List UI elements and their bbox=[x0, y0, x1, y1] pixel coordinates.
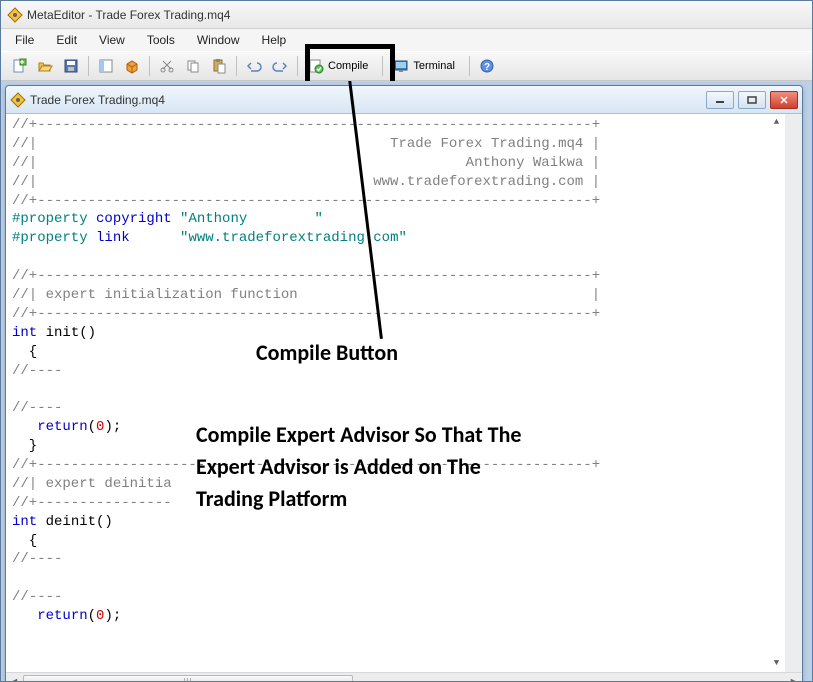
app-title: MetaEditor - Trade Forex Trading.mq4 bbox=[27, 8, 230, 22]
terminal-label: Terminal bbox=[413, 60, 455, 72]
navigator-button[interactable] bbox=[94, 55, 118, 77]
app-icon bbox=[7, 7, 23, 23]
terminal-button[interactable]: Terminal bbox=[388, 55, 464, 77]
cut-button[interactable] bbox=[155, 55, 179, 77]
code-line: //| Trade Forex Trading.mq4 | bbox=[12, 136, 600, 152]
scrollbar-thumb[interactable]: ||| bbox=[23, 675, 353, 682]
main-window: MetaEditor - Trade Forex Trading.mq4 Fil… bbox=[0, 0, 813, 682]
menu-tools[interactable]: Tools bbox=[137, 31, 185, 49]
new-button[interactable] bbox=[7, 55, 31, 77]
code-line: //---- bbox=[12, 589, 62, 605]
code-keyword: #property bbox=[12, 211, 88, 227]
terminal-icon bbox=[393, 58, 409, 74]
compile-icon bbox=[308, 58, 324, 74]
menu-edit[interactable]: Edit bbox=[46, 31, 87, 49]
mdi-area: Trade Forex Trading.mq4 //+-------------… bbox=[1, 81, 812, 681]
code-editor[interactable]: //+-------------------------------------… bbox=[6, 114, 802, 672]
code-text: link bbox=[88, 230, 180, 246]
code-text bbox=[12, 608, 37, 624]
minimize-button[interactable] bbox=[706, 91, 734, 109]
toolbar-separator bbox=[297, 56, 298, 76]
menubar: File Edit View Tools Window Help bbox=[1, 29, 812, 51]
code-line: //| Anthony Waikwa | bbox=[12, 155, 600, 171]
code-line: //---- bbox=[12, 400, 62, 416]
maximize-button[interactable] bbox=[738, 91, 766, 109]
toolbox-button[interactable] bbox=[120, 55, 144, 77]
svg-text:?: ? bbox=[484, 62, 490, 73]
code-text: deinit() bbox=[37, 514, 113, 530]
code-text: copyright bbox=[88, 211, 180, 227]
copy-button[interactable] bbox=[181, 55, 205, 77]
code-line: //+-------------------------------------… bbox=[12, 193, 600, 209]
editor-title: Trade Forex Trading.mq4 bbox=[30, 93, 702, 107]
code-line: //| www.tradeforextrading.com | bbox=[12, 174, 600, 190]
code-string: "Anthony " bbox=[180, 211, 323, 227]
toolbar-separator bbox=[149, 56, 150, 76]
menu-file[interactable]: File bbox=[5, 31, 44, 49]
code-line: //+-------------------------------------… bbox=[12, 268, 600, 284]
undo-button[interactable] bbox=[242, 55, 266, 77]
toolbar-separator bbox=[469, 56, 470, 76]
code-line: //| expert deinitia bbox=[12, 476, 172, 492]
toolbar-separator bbox=[236, 56, 237, 76]
scroll-up-arrow[interactable]: ▲ bbox=[770, 115, 783, 130]
code-keyword: #property bbox=[12, 230, 88, 246]
window-controls bbox=[706, 91, 798, 109]
code-keyword: return bbox=[37, 419, 87, 435]
code-keyword: int bbox=[12, 325, 37, 341]
menu-view[interactable]: View bbox=[89, 31, 135, 49]
menu-help[interactable]: Help bbox=[252, 31, 297, 49]
editor-titlebar: Trade Forex Trading.mq4 bbox=[6, 86, 802, 114]
titlebar: MetaEditor - Trade Forex Trading.mq4 bbox=[1, 1, 812, 29]
code-line: //+-------------------------------------… bbox=[12, 306, 600, 322]
code-text: init() bbox=[37, 325, 96, 341]
compile-button[interactable]: Compile bbox=[303, 55, 377, 77]
code-line: //+-------------------------------------… bbox=[12, 117, 600, 133]
toolbar: Compile Terminal ? bbox=[1, 51, 812, 81]
scroll-right-arrow[interactable]: ► bbox=[785, 673, 802, 682]
code-text: ); bbox=[104, 419, 121, 435]
code-string: "www.tradeforextrading.com" bbox=[180, 230, 407, 246]
code-line: { bbox=[12, 344, 37, 360]
code-line: //---- bbox=[12, 363, 62, 379]
code-line: //+---------------- bbox=[12, 495, 172, 511]
paste-button[interactable] bbox=[207, 55, 231, 77]
code-text: ( bbox=[88, 608, 96, 624]
code-line: } bbox=[12, 438, 37, 454]
menu-window[interactable]: Window bbox=[187, 31, 250, 49]
toolbar-separator bbox=[88, 56, 89, 76]
close-button[interactable] bbox=[770, 91, 798, 109]
code-line: //---- bbox=[12, 551, 62, 567]
code-text: ( bbox=[88, 419, 96, 435]
horizontal-scrollbar[interactable]: ◄ ||| ► bbox=[6, 672, 802, 681]
open-button[interactable] bbox=[33, 55, 57, 77]
redo-button[interactable] bbox=[268, 55, 292, 77]
editor-window: Trade Forex Trading.mq4 //+-------------… bbox=[5, 85, 803, 681]
scroll-left-arrow[interactable]: ◄ bbox=[6, 673, 23, 682]
scroll-down-arrow[interactable]: ▼ bbox=[770, 656, 783, 671]
help-button[interactable]: ? bbox=[475, 55, 499, 77]
document-icon bbox=[10, 92, 26, 108]
code-line: { bbox=[12, 533, 37, 549]
compile-label: Compile bbox=[328, 60, 368, 72]
toolbar-separator bbox=[382, 56, 383, 76]
code-line: //+-------------------------------------… bbox=[12, 457, 600, 473]
code-keyword: return bbox=[37, 608, 87, 624]
save-button[interactable] bbox=[59, 55, 83, 77]
code-text bbox=[12, 419, 37, 435]
code-keyword: int bbox=[12, 514, 37, 530]
code-line: //| expert initialization function | bbox=[12, 287, 600, 303]
code-text: ); bbox=[104, 608, 121, 624]
